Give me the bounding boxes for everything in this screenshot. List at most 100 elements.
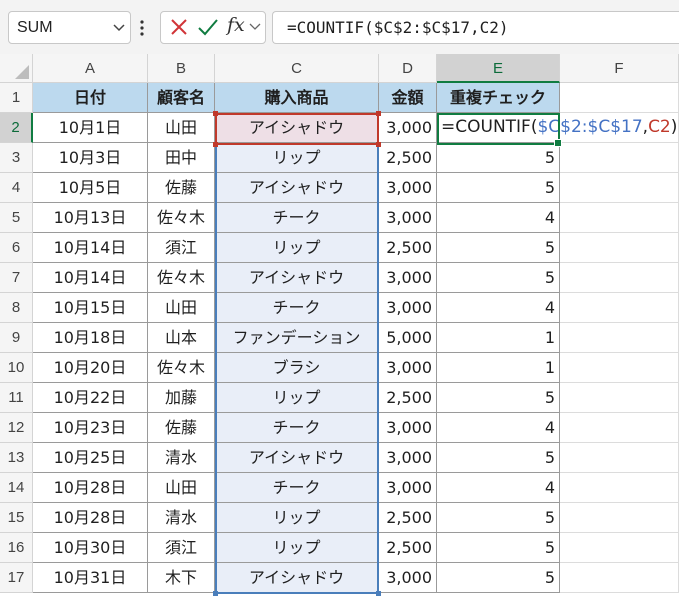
cell-b15[interactable]: 清水 [148,503,215,533]
cell-e13[interactable]: 5 [437,443,560,473]
insert-function-icon[interactable]: fx [227,14,245,36]
cell-f11[interactable] [560,383,679,413]
cell-b10[interactable]: 佐々木 [148,353,215,383]
cell-c9[interactable]: ファンデーション [215,323,379,353]
cell-f10[interactable] [560,353,679,383]
cell-a12[interactable]: 10月23日 [33,413,148,443]
header-cell-c[interactable]: 購入商品 [215,83,379,113]
cell-c11[interactable]: リップ [215,383,379,413]
row-header-7[interactable]: 7 [0,263,33,293]
cell-b9[interactable]: 山本 [148,323,215,353]
cell-d13[interactable]: 3,000 [379,443,437,473]
cell-b12[interactable]: 佐藤 [148,413,215,443]
cell-d15[interactable]: 2,500 [379,503,437,533]
cell-a11[interactable]: 10月22日 [33,383,148,413]
cell-b16[interactable]: 須江 [148,533,215,563]
row-header-3[interactable]: 3 [0,143,33,173]
row-header-2[interactable]: 2 [0,113,33,143]
chevron-down-icon[interactable] [112,20,126,34]
cell-c5[interactable]: チーク [215,203,379,233]
cell-f7[interactable] [560,263,679,293]
cell-b7[interactable]: 佐々木 [148,263,215,293]
row-header-11[interactable]: 11 [0,383,33,413]
row-header-9[interactable]: 9 [0,323,33,353]
cell-e16[interactable]: 5 [437,533,560,563]
header-cell-b[interactable]: 顧客名 [148,83,215,113]
cell-e12[interactable]: 4 [437,413,560,443]
row-header-15[interactable]: 15 [0,503,33,533]
cell-c16[interactable]: リップ [215,533,379,563]
cell-d11[interactable]: 2,500 [379,383,437,413]
cell-f17[interactable] [560,563,679,593]
cell-e14[interactable]: 4 [437,473,560,503]
cell-a14[interactable]: 10月28日 [33,473,148,503]
cell-f3[interactable] [560,143,679,173]
cell-c15[interactable]: リップ [215,503,379,533]
cell-b13[interactable]: 清水 [148,443,215,473]
row-header-10[interactable]: 10 [0,353,33,383]
cell-c3[interactable]: リップ [215,143,379,173]
cell-c10[interactable]: ブラシ [215,353,379,383]
column-header-a[interactable]: A [33,54,148,83]
cell-e15[interactable]: 5 [437,503,560,533]
cell-b14[interactable]: 山田 [148,473,215,503]
cell-d9[interactable]: 5,000 [379,323,437,353]
cell-d6[interactable]: 2,500 [379,233,437,263]
cell-f12[interactable] [560,413,679,443]
header-cell-a[interactable]: 日付 [33,83,148,113]
cell-b17[interactable]: 木下 [148,563,215,593]
cell-a15[interactable]: 10月28日 [33,503,148,533]
cell-e5[interactable]: 4 [437,203,560,233]
cell-b3[interactable]: 田中 [148,143,215,173]
formula-input[interactable]: =COUNTIF($C$2:$C$17,C2) [272,11,679,44]
cell-c12[interactable]: チーク [215,413,379,443]
cell-d2[interactable]: 3,000 [379,113,437,143]
cell-d3[interactable]: 2,500 [379,143,437,173]
column-header-b[interactable]: B [148,54,215,83]
cell-e17[interactable]: 5 [437,563,560,593]
cell-b5[interactable]: 佐々木 [148,203,215,233]
chevron-down-icon[interactable] [249,22,261,32]
cell-a3[interactable]: 10月3日 [33,143,148,173]
cell-e10[interactable]: 1 [437,353,560,383]
column-header-d[interactable]: D [379,54,437,83]
cell-d8[interactable]: 3,000 [379,293,437,323]
cell-f13[interactable] [560,443,679,473]
cell-e7[interactable]: 5 [437,263,560,293]
cell-b2[interactable]: 山田 [148,113,215,143]
cell-d12[interactable]: 3,000 [379,413,437,443]
cell-f14[interactable] [560,473,679,503]
header-cell-e[interactable]: 重複チェック [437,83,560,113]
cell-f15[interactable] [560,503,679,533]
cell-f16[interactable] [560,533,679,563]
cell-c13[interactable]: アイシャドウ [215,443,379,473]
row-header-4[interactable]: 4 [0,173,33,203]
cell-a8[interactable]: 10月15日 [33,293,148,323]
cell-b11[interactable]: 加藤 [148,383,215,413]
cell-d4[interactable]: 3,000 [379,173,437,203]
cell-f4[interactable] [560,173,679,203]
row-header-17[interactable]: 17 [0,563,33,593]
cell-editor-e2[interactable]: =COUNTIF($C$2:$C$17,C2) [441,113,677,142]
row-header-12[interactable]: 12 [0,413,33,443]
cell-c6[interactable]: リップ [215,233,379,263]
cell-b6[interactable]: 須江 [148,233,215,263]
cell-e6[interactable]: 5 [437,233,560,263]
cell-d5[interactable]: 3,000 [379,203,437,233]
cell-f1[interactable] [560,83,679,113]
cell-e8[interactable]: 4 [437,293,560,323]
row-header-8[interactable]: 8 [0,293,33,323]
cell-a6[interactable]: 10月14日 [33,233,148,263]
column-header-f[interactable]: F [560,54,679,83]
cell-e11[interactable]: 5 [437,383,560,413]
select-all-button[interactable] [0,54,33,83]
cell-a13[interactable]: 10月25日 [33,443,148,473]
name-box[interactable]: SUM [8,11,131,44]
row-header-16[interactable]: 16 [0,533,33,563]
column-header-c[interactable]: C [215,54,379,83]
cell-a7[interactable]: 10月14日 [33,263,148,293]
cell-c14[interactable]: チーク [215,473,379,503]
cell-f6[interactable] [560,233,679,263]
cancel-icon[interactable] [169,17,189,37]
cell-f9[interactable] [560,323,679,353]
